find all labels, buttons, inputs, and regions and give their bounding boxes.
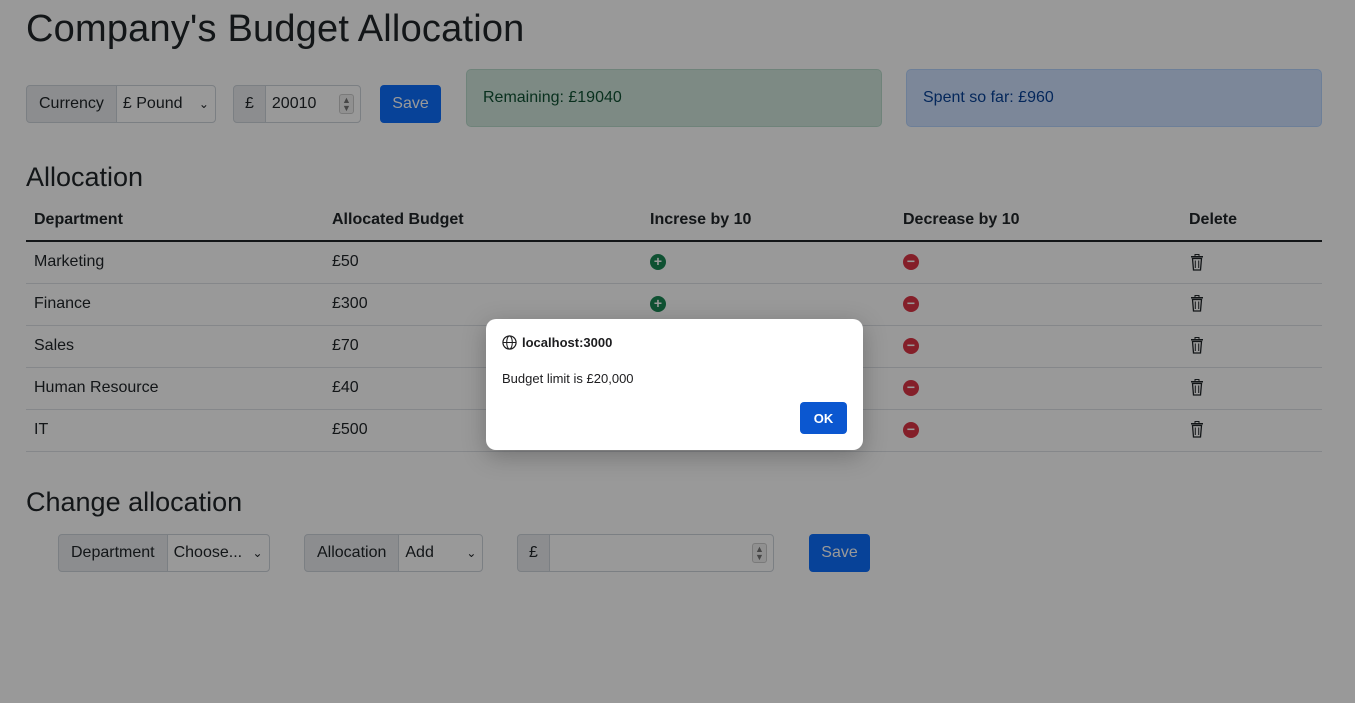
dialog-origin-text: localhost:3000 [522, 335, 613, 350]
alert-dialog: localhost:3000 Budget limit is £20,000 O… [486, 319, 863, 450]
globe-icon [502, 335, 517, 350]
dialog-origin: localhost:3000 [502, 335, 612, 350]
dialog-ok-button[interactable]: OK [800, 402, 847, 434]
dialog-message: Budget limit is £20,000 [502, 371, 634, 386]
